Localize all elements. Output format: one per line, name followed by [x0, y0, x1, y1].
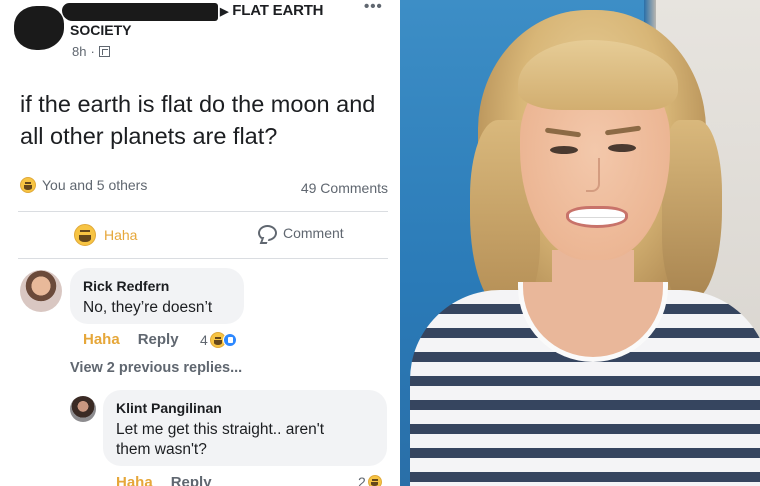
- reactions-summary[interactable]: You and 5 others: [20, 177, 147, 193]
- photo-hair: [662, 120, 722, 300]
- comment-button[interactable]: Comment: [258, 225, 344, 241]
- divider: [18, 211, 388, 212]
- facebook-post: ▶ FLAT EARTH ••• SOCIETY 8h · if the eart…: [0, 0, 400, 486]
- haha-button[interactable]: Haha: [74, 224, 137, 246]
- photo-eye: [608, 144, 636, 152]
- reaction-photo: [400, 0, 760, 486]
- reaction-count-value: 4: [200, 332, 208, 348]
- reply-actions: Haha Reply: [116, 474, 212, 486]
- like-icon: [222, 333, 237, 347]
- comment-reaction-count[interactable]: 4: [200, 332, 237, 348]
- reply-haha-link[interactable]: Haha: [116, 474, 153, 486]
- comment-author[interactable]: Rick Redfern: [83, 278, 169, 294]
- haha-button-label: Haha: [104, 227, 138, 243]
- group-name-suffix[interactable]: SOCIETY: [70, 22, 131, 38]
- comments-count-link[interactable]: 49 Comments: [301, 180, 388, 196]
- post-meta: 8h ·: [72, 44, 110, 59]
- meta-separator: ·: [90, 44, 95, 59]
- comment-bubble: Rick Redfern No, they’re doesn’t: [70, 268, 244, 324]
- photo-eye: [550, 146, 578, 154]
- comment-bubble-icon: [258, 225, 277, 241]
- photo-nose: [586, 158, 600, 192]
- reply-reaction-count[interactable]: 2: [358, 474, 382, 486]
- haha-emoji-icon: [74, 224, 96, 246]
- redacted-avatar: [14, 6, 64, 50]
- more-dots-icon[interactable]: •••: [364, 0, 383, 15]
- reply-author[interactable]: Klint Pangilinan: [116, 400, 222, 416]
- comment-reply-link[interactable]: Reply: [138, 331, 179, 348]
- breadcrumb-arrow-icon: ▶: [220, 6, 229, 18]
- post-actions-bar: Haha Comment: [0, 224, 400, 250]
- comment-text: No, they’re doesn’t: [83, 299, 213, 316]
- redacted-author-name: [62, 3, 218, 21]
- post-time[interactable]: 8h: [72, 44, 86, 59]
- photo-cringe-grin: [566, 206, 628, 228]
- avatar[interactable]: [20, 270, 62, 312]
- reply-reply-link[interactable]: Reply: [171, 474, 212, 486]
- view-previous-replies-link[interactable]: View 2 previous replies...: [70, 360, 242, 376]
- haha-emoji-icon: [20, 177, 36, 193]
- haha-emoji-icon: [367, 475, 382, 486]
- avatar[interactable]: [70, 396, 96, 422]
- reply-text-line1: Let me get this straight.. aren't: [116, 421, 325, 438]
- reactions-summary-label: You and 5 others: [42, 177, 148, 193]
- post-text: if the earth is flat do the moon and all…: [20, 91, 376, 149]
- audience-icon: [98, 46, 110, 57]
- comment-haha-link[interactable]: Haha: [83, 331, 120, 348]
- group-name-link[interactable]: FLAT EARTH: [232, 2, 323, 19]
- comment-actions: Haha Reply: [83, 331, 179, 348]
- reply-bubble: Klint Pangilinan Let me get this straigh…: [103, 390, 387, 466]
- divider: [18, 258, 388, 259]
- group-breadcrumb[interactable]: ▶ FLAT EARTH: [220, 2, 324, 19]
- reaction-count-value: 2: [358, 474, 366, 486]
- comment-button-label: Comment: [283, 225, 344, 241]
- reply-text-line2: them wasn't?: [116, 441, 207, 458]
